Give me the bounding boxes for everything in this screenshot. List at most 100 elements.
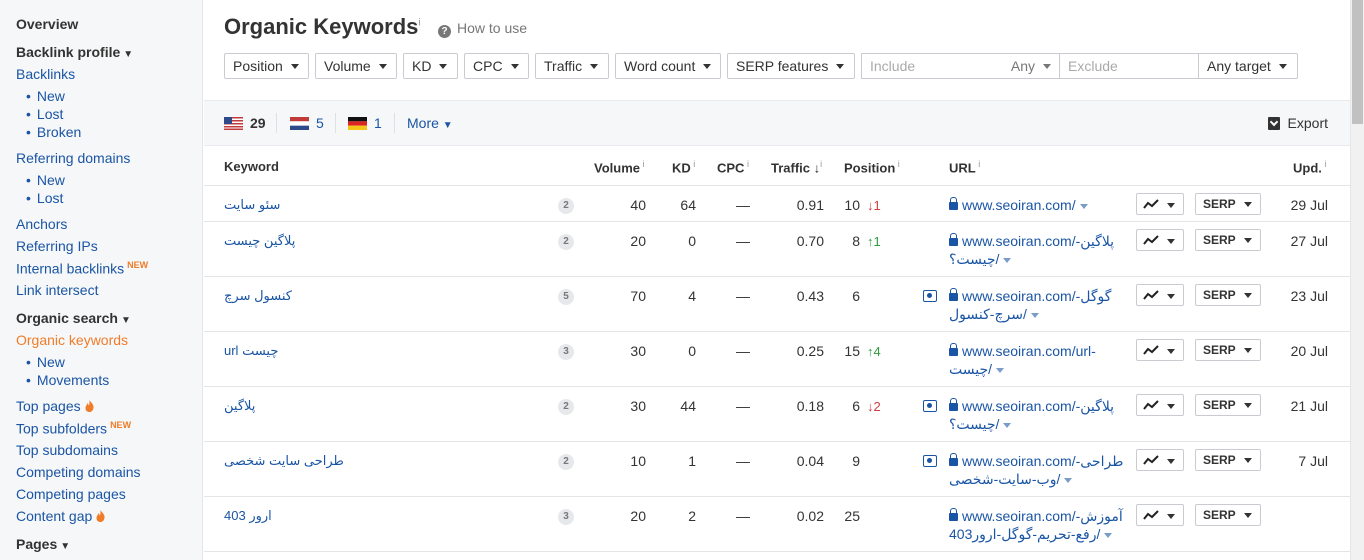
col-url[interactable]: URL i — [949, 159, 980, 175]
keyword-link[interactable]: url چیست — [224, 343, 278, 359]
sidebar-overview[interactable]: Overview — [16, 16, 78, 32]
col-kd[interactable]: KD i — [672, 159, 695, 175]
url-link[interactable]: www.seoiran.com/-پلاگین چیست؟/ — [949, 232, 1114, 268]
sidebar-backlinks-new[interactable]: • New — [26, 88, 65, 104]
country-count-us[interactable]: 29 — [250, 115, 266, 131]
keyword-link[interactable]: کنسول سرچ — [224, 288, 292, 304]
url-link[interactable]: www.seoiran.com/-گوگل سرچ-کنسول/ — [949, 287, 1111, 323]
exclude-input[interactable]: Exclude — [1059, 53, 1199, 79]
keyword-link[interactable]: ارور 403 — [224, 508, 272, 524]
position-history-button[interactable] — [1136, 229, 1184, 251]
sidebar-backlinks[interactable]: Backlinks — [16, 66, 75, 82]
us-flag-icon[interactable] — [224, 117, 243, 130]
country-count-nl[interactable]: 5 — [316, 115, 324, 131]
export-button[interactable]: Export — [1267, 115, 1328, 131]
sidebar-organic-movements[interactable]: • Movements — [26, 372, 109, 388]
col-cpc[interactable]: CPC i — [717, 159, 749, 175]
serp-button[interactable]: SERP — [1195, 284, 1261, 306]
chevron-down-icon — [1244, 238, 1252, 243]
info-icon[interactable]: i — [418, 18, 420, 29]
url-link[interactable]: www.seoiran.com/-طراحی وب-سایت-شخصی/ — [949, 452, 1123, 488]
keyword-link[interactable]: پلاگین چیست — [224, 233, 295, 249]
chevron-down-icon[interactable] — [1104, 533, 1113, 538]
sidebar-top-pages[interactable]: Top pages — [16, 398, 94, 414]
more-countries-button[interactable]: More ▼ — [407, 115, 453, 131]
col-upd[interactable]: Upd. i — [1293, 159, 1326, 175]
sidebar-link-intersect[interactable]: Link intersect — [16, 282, 98, 298]
serp-button[interactable]: SERP — [1195, 193, 1261, 215]
sidebar-pages[interactable]: Pages ▼ — [16, 536, 70, 552]
position-filter[interactable]: Position — [224, 53, 309, 79]
word-count-badge: 2 — [558, 234, 574, 250]
sidebar-competing-pages[interactable]: Competing pages — [16, 486, 126, 502]
country-count-de[interactable]: 1 — [374, 115, 382, 131]
col-keyword[interactable]: Keyword — [224, 159, 279, 174]
sidebar-organic-keywords[interactable]: Organic keywords — [16, 332, 128, 348]
sidebar-backlink-profile[interactable]: Backlink profile ▼ — [16, 44, 133, 60]
serp-feature-image-icon[interactable] — [923, 455, 937, 467]
nl-flag-icon[interactable] — [290, 117, 309, 130]
include-input[interactable]: Include Any — [861, 53, 1060, 79]
col-traffic[interactable]: Traffic ↓i — [771, 159, 822, 175]
col-volume[interactable]: Volume i — [594, 159, 645, 175]
chevron-down-icon[interactable] — [1064, 478, 1073, 483]
url-link[interactable]: www.seoiran.com/url- چیست/ — [949, 342, 1096, 378]
serp-features-filter[interactable]: SERP features — [727, 53, 855, 79]
sidebar-backlinks-lost[interactable]: • Lost — [26, 106, 63, 122]
serp-feature-image-icon[interactable] — [923, 400, 937, 412]
include-any-select[interactable]: Any — [1011, 54, 1051, 78]
sidebar-referring-ips[interactable]: Referring IPs — [16, 238, 98, 254]
kd-filter[interactable]: KD — [403, 53, 458, 79]
scrollbar[interactable] — [1350, 0, 1364, 560]
de-flag-icon[interactable] — [348, 117, 367, 130]
chevron-down-icon[interactable] — [1079, 204, 1088, 209]
position-history-button[interactable] — [1136, 504, 1184, 526]
sidebar-top-subfolders[interactable]: Top subfolders NEW — [16, 420, 131, 437]
any-target-select[interactable]: Any target — [1198, 53, 1298, 79]
sidebar-anchors[interactable]: Anchors — [16, 216, 67, 232]
volume-filter[interactable]: Volume — [315, 53, 397, 79]
col-label: CPC — [717, 160, 745, 176]
sidebar-referring-new[interactable]: • New — [26, 172, 65, 188]
position-history-button[interactable] — [1136, 284, 1184, 306]
chevron-down-icon[interactable] — [1030, 313, 1039, 318]
line-chart-icon — [1143, 235, 1159, 245]
how-to-use-link[interactable]: ? How to use — [438, 20, 527, 38]
serp-button[interactable]: SERP — [1195, 339, 1261, 361]
sidebar-internal-backlinks[interactable]: Internal backlinks NEW — [16, 260, 148, 277]
serp-button[interactable]: SERP — [1195, 394, 1261, 416]
keyword-link[interactable]: سئو سایت — [224, 197, 280, 213]
scrollbar-thumb[interactable] — [1352, 0, 1363, 124]
filter-label: Word count — [624, 58, 696, 74]
sidebar-organic-search[interactable]: Organic search ▼ — [16, 310, 131, 326]
word-count-filter[interactable]: Word count — [615, 53, 721, 79]
sidebar-referring-lost[interactable]: • Lost — [26, 190, 63, 206]
col-position[interactable]: Position i — [844, 159, 900, 175]
serp-button[interactable]: SERP — [1195, 504, 1261, 526]
chevron-down-icon[interactable] — [1003, 258, 1012, 263]
chevron-down-icon[interactable] — [996, 368, 1005, 373]
volume-value: 20 — [630, 233, 646, 249]
serp-button[interactable]: SERP — [1195, 229, 1261, 251]
position-history-button[interactable] — [1136, 339, 1184, 361]
traffic-filter[interactable]: Traffic — [535, 53, 609, 79]
sidebar-competing-domains[interactable]: Competing domains — [16, 464, 141, 480]
sidebar-backlinks-broken[interactable]: • Broken — [26, 124, 81, 140]
chevron-down-icon[interactable] — [1003, 423, 1012, 428]
url-link[interactable]: www.seoiran.com/-پلاگین چیست؟/ — [949, 397, 1114, 433]
sidebar-top-subdomains[interactable]: Top subdomains — [16, 442, 118, 458]
url-link[interactable]: www.seoiran.com/-آموزش رفع-تحریم-گوگل-ار… — [949, 507, 1123, 543]
position-history-button[interactable] — [1136, 394, 1184, 416]
position-history-button[interactable] — [1136, 193, 1184, 215]
keyword-link[interactable]: طراحی سایت شخصی — [224, 453, 344, 469]
keyword-link[interactable]: پلاگین — [224, 398, 255, 414]
sidebar-content-gap[interactable]: Content gap — [16, 508, 105, 524]
cpc-filter[interactable]: CPC — [464, 53, 529, 79]
serp-button[interactable]: SERP — [1195, 449, 1261, 471]
position-history-button[interactable] — [1136, 449, 1184, 471]
sidebar-referring-domains[interactable]: Referring domains — [16, 150, 130, 166]
sidebar-organic-new[interactable]: • New — [26, 354, 65, 370]
serp-feature-image-icon[interactable] — [923, 290, 937, 302]
url-link[interactable]: www.seoiran.com/ — [949, 196, 1088, 214]
divider — [335, 113, 336, 133]
